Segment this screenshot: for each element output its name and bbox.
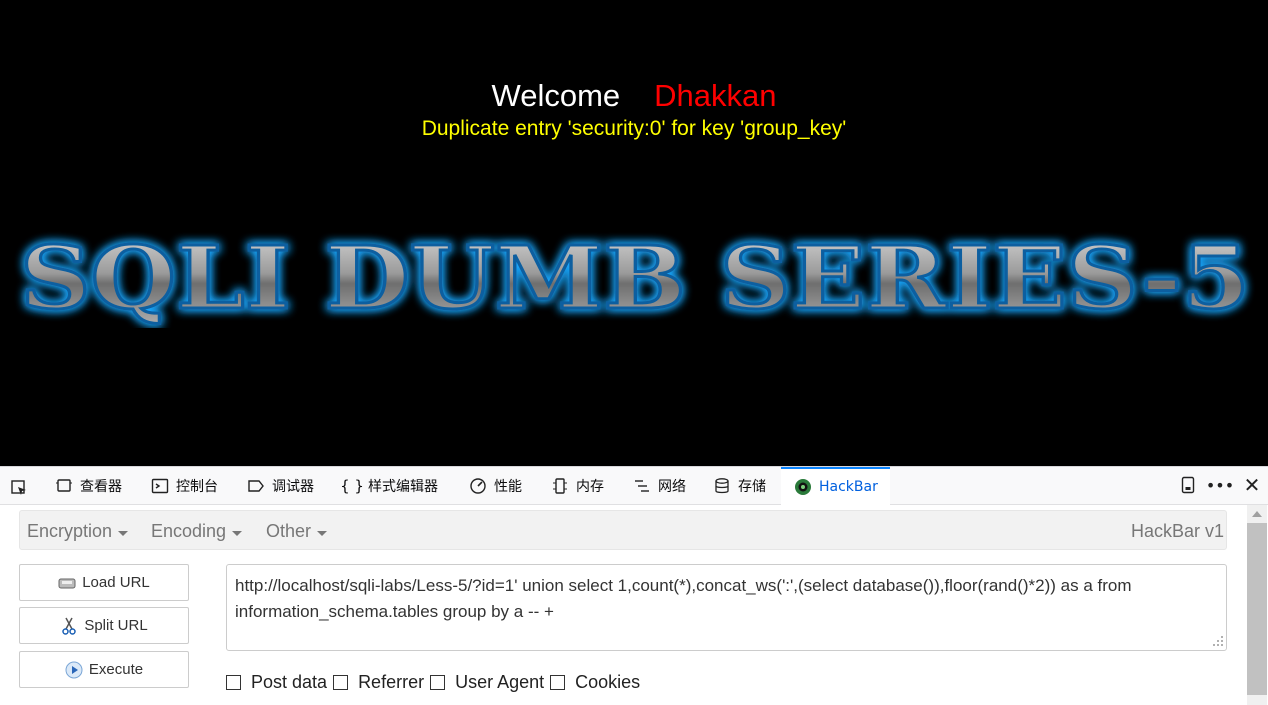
memory-icon [550, 476, 570, 496]
split-url-button[interactable]: Split URL [19, 607, 189, 644]
storage-icon [712, 476, 732, 496]
tab-label: 查看器 [80, 479, 122, 495]
hackbar-version: HackBar v1 [1130, 521, 1224, 541]
tab-hackbar[interactable]: HackBar [781, 467, 890, 505]
devtools-tabbar: 查看器 控制台 调试器 { } 样式编辑器 性能 内存 网络 存储 HackBa… [0, 467, 1268, 505]
menu-label: Other [266, 521, 312, 541]
caret-down-icon [118, 530, 129, 536]
tab-console[interactable]: 控制台 [150, 467, 218, 505]
element-picker-icon[interactable] [8, 477, 30, 499]
button-label: Load URL [82, 574, 150, 591]
load-url-icon [58, 574, 76, 592]
network-icon [632, 476, 652, 496]
menu-label: Encoding [151, 521, 227, 541]
devtools-panel: 查看器 控制台 调试器 { } 样式编辑器 性能 内存 网络 存储 HackBa… [0, 466, 1268, 705]
tab-network[interactable]: 网络 [632, 467, 686, 505]
tab-inspector[interactable]: 查看器 [54, 467, 122, 505]
web-page: Welcome Dhakkan Duplicate entry 'security… [0, 0, 1268, 466]
other-menu[interactable]: Other [266, 521, 328, 542]
tab-label: 样式编辑器 [368, 479, 438, 495]
referrer-option[interactable]: Referrer [333, 672, 424, 693]
cookies-option[interactable]: Cookies [550, 672, 640, 693]
sql-error-message: Duplicate entry 'security:0' for key 'gr… [421, 117, 847, 140]
banner-image: SQLI DUMB SERIES-5 [19, 228, 1252, 328]
debugger-icon [246, 476, 266, 496]
tab-label: HackBar [819, 479, 878, 495]
tab-storage[interactable]: 存储 [712, 467, 766, 505]
user-agent-option[interactable]: User Agent [430, 672, 544, 693]
tab-label: 控制台 [176, 479, 218, 495]
tab-label: 调试器 [272, 479, 314, 495]
button-label: Split URL [84, 617, 148, 634]
tab-label: 网络 [658, 479, 686, 495]
console-icon [150, 476, 170, 496]
tab-debugger[interactable]: 调试器 [246, 467, 314, 505]
resize-grip-icon[interactable] [1212, 635, 1224, 647]
more-options-icon[interactable]: ••• [1206, 475, 1234, 495]
tab-label: 存储 [738, 479, 766, 495]
tab-label: 性能 [494, 479, 522, 495]
hackbar-menubar: Encryption Encoding Other HackBar v1 [19, 510, 1227, 550]
play-icon [65, 661, 83, 679]
cookies-checkbox[interactable] [550, 675, 566, 690]
welcome-line: Welcome Dhakkan [0, 78, 1268, 114]
performance-icon [468, 476, 488, 496]
hackbar-icon [793, 477, 813, 497]
close-icon[interactable]: ✕ [1242, 473, 1262, 497]
execute-button[interactable]: Execute [19, 651, 189, 688]
load-url-button[interactable]: Load URL [19, 564, 189, 601]
caret-down-icon [232, 530, 243, 536]
welcome-text: Welcome [491, 78, 621, 113]
post-data-option[interactable]: Post data [226, 672, 327, 693]
option-label: User Agent [455, 672, 545, 692]
caret-down-icon [317, 530, 328, 536]
user-agent-checkbox[interactable] [430, 675, 446, 690]
referrer-checkbox[interactable] [333, 675, 349, 690]
option-label: Cookies [575, 672, 641, 692]
inspector-icon [54, 476, 74, 496]
scissors-icon [60, 617, 78, 635]
tab-label: 内存 [576, 479, 604, 495]
scrollbar-thumb[interactable] [1247, 523, 1267, 695]
option-label: Referrer [358, 672, 425, 692]
scroll-up-arrow-icon[interactable] [1252, 511, 1262, 517]
responsive-design-icon[interactable] [1178, 475, 1198, 495]
user-name: Dhakkan [654, 78, 777, 113]
tab-performance[interactable]: 性能 [468, 467, 522, 505]
tab-memory[interactable]: 内存 [550, 467, 604, 505]
tab-style-editor[interactable]: { } 样式编辑器 [340, 467, 438, 505]
encoding-menu[interactable]: Encoding [151, 521, 243, 542]
request-options: Post data Referrer User Agent Cookies [226, 672, 646, 693]
button-label: Execute [88, 661, 144, 678]
style-editor-icon: { } [340, 477, 364, 495]
menu-label: Encryption [27, 521, 113, 541]
encryption-menu[interactable]: Encryption [27, 521, 129, 542]
url-textarea[interactable]: http://localhost/sqli-labs/Less-5/?id=1'… [226, 564, 1227, 651]
vertical-scrollbar[interactable] [1247, 505, 1267, 705]
post-data-checkbox[interactable] [226, 675, 241, 690]
banner-text: SQLI DUMB SERIES-5 [20, 228, 1250, 328]
option-label: Post data [251, 672, 328, 692]
